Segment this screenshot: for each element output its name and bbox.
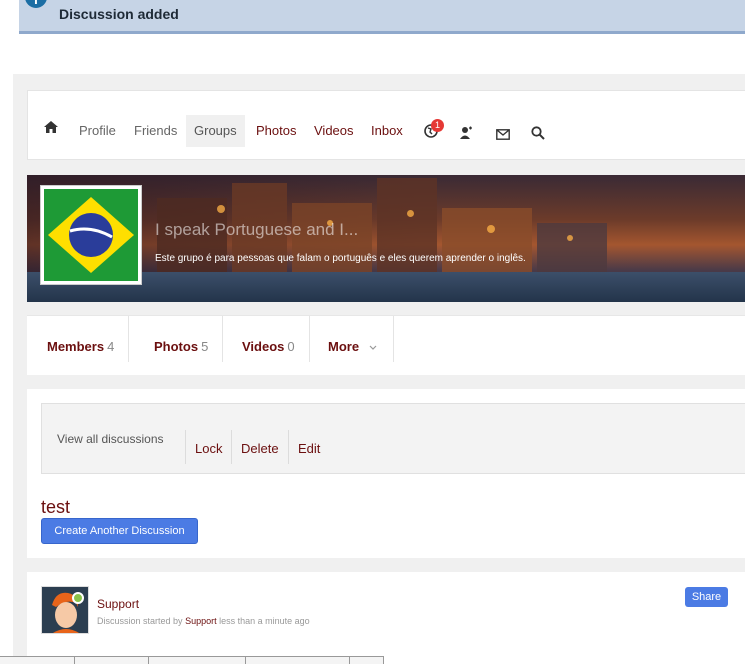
home-icon[interactable] [44,120,58,138]
tab-members[interactable]: Members 4 [27,316,130,362]
share-button[interactable]: Share [685,587,728,607]
search-icon[interactable] [531,126,545,145]
nav-videos[interactable]: Videos [306,115,362,147]
discussion-actions: View all discussions Lock Delete Edit [41,403,745,474]
post-meta: Discussion started by Support less than … [97,616,310,626]
notice-bar: i Discussion added [19,0,745,34]
tab-videos[interactable]: Videos 0 [222,316,310,362]
lock-button[interactable]: Lock [185,430,231,464]
mail-icon[interactable] [496,127,510,145]
nav-photos[interactable]: Photos [248,115,304,147]
tab-photos[interactable]: Photos 5 [134,316,224,362]
info-icon: i [25,0,47,8]
notification-badge: 1 [431,119,444,132]
nav-inbox[interactable]: Inbox [363,115,411,147]
group-avatar[interactable] [40,185,142,285]
notice-text: Discussion added [59,6,179,22]
view-all-discussions-link[interactable]: View all discussions [57,432,164,446]
group-title: I speak Portuguese and I... [155,220,359,239]
bottom-toolbar [0,656,384,664]
post-author[interactable]: Support [97,597,139,611]
create-discussion-button[interactable]: Create Another Discussion [41,518,198,544]
nav-profile[interactable]: Profile [71,115,124,147]
top-nav: Profile Friends Groups Photos Videos Inb… [27,90,745,160]
nav-groups[interactable]: Groups [186,115,245,147]
group-description: Este grupo é para pessoas que falam o po… [155,253,526,264]
edit-button[interactable]: Edit [288,430,329,464]
brazil-flag-icon [44,189,138,281]
tab-more[interactable]: More [308,316,394,362]
delete-button[interactable]: Delete [231,430,288,464]
friend-request-icon[interactable] [459,126,473,144]
nav-friends[interactable]: Friends [126,115,185,147]
chevron-down-icon [369,345,377,350]
discussion-title: test [41,497,71,517]
online-status-icon [72,592,84,604]
group-tabs: Members 4 Photos 5 Videos 0 More [27,315,745,375]
